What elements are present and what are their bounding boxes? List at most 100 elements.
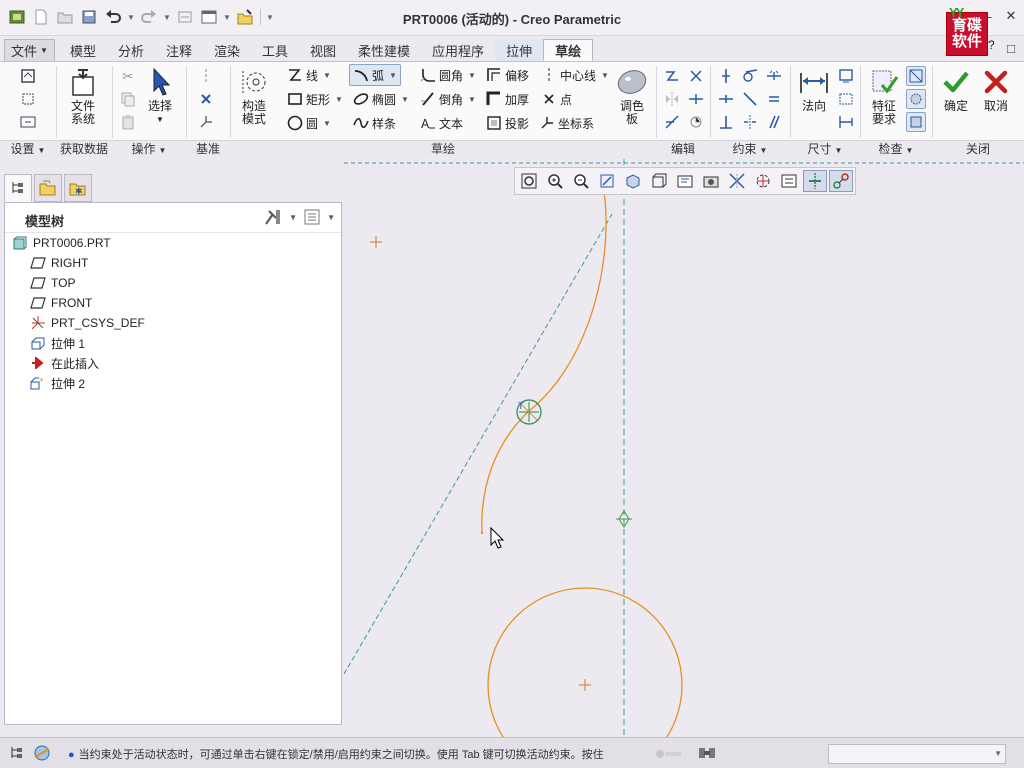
thicken-button[interactable]: 加厚 [486, 88, 529, 110]
arc-button[interactable]: 弧 ▼ [349, 64, 401, 86]
project-button[interactable]: 投影 [486, 112, 529, 134]
chevron-down-icon[interactable]: ▼ [289, 213, 297, 222]
app-icon[interactable] [6, 6, 28, 28]
tree-item-extrude-1[interactable]: 拉伸 1 [29, 333, 85, 353]
tree-item-extrude-2[interactable]: * 拉伸 2 [29, 373, 85, 393]
tab-view[interactable]: 视图 [299, 39, 347, 61]
find-icon[interactable] [697, 745, 717, 764]
favorites-tab[interactable]: ✱ [64, 174, 92, 202]
chamfer-button[interactable]: 倒角 ▼ [420, 88, 476, 110]
coincident-constraint-icon[interactable] [740, 89, 760, 109]
text-button[interactable]: A 文本 [420, 112, 463, 134]
spline-button[interactable]: 样条 [353, 112, 396, 134]
point-button[interactable]: 点 [541, 88, 572, 110]
close-icon[interactable]: ✕ [998, 6, 1024, 26]
tree-item-csys[interactable]: PRT_CSYS_DEF [29, 313, 145, 333]
paste-icon[interactable] [118, 112, 138, 132]
reference-dimension-icon[interactable] [836, 89, 856, 109]
tangent-constraint-icon[interactable] [740, 66, 760, 86]
sketcher-display-filters-icon[interactable] [829, 170, 853, 192]
midpoint-constraint-icon[interactable] [764, 66, 784, 86]
model-tree-tab[interactable] [4, 174, 32, 202]
new-file-icon[interactable] [30, 6, 52, 28]
zoom-out-icon[interactable] [569, 170, 593, 192]
annotation-display-icon[interactable] [777, 170, 801, 192]
parallel-constraint-icon[interactable] [764, 112, 784, 132]
horizontal-constraint-icon[interactable] [716, 89, 736, 109]
refit-icon[interactable] [517, 170, 541, 192]
tab-sketch[interactable]: 草绘 [543, 39, 594, 61]
tab-model[interactable]: 模型 [59, 39, 107, 61]
spin-center-icon[interactable] [751, 170, 775, 192]
centerline-button[interactable]: 中心线 ▼ [541, 64, 609, 86]
show-list-icon[interactable] [303, 208, 321, 226]
fillet-button[interactable]: 圆角 ▼ [420, 64, 476, 86]
sketch-view-icon[interactable] [18, 112, 38, 132]
corner-icon[interactable] [662, 112, 682, 132]
vertical-constraint-icon[interactable] [716, 66, 736, 86]
overlapping-geometry-icon[interactable] [906, 66, 926, 86]
save-icon[interactable] [78, 6, 100, 28]
navigator-toggle-icon[interactable] [8, 744, 26, 765]
windows-dropdown-icon[interactable]: ▼ [222, 13, 232, 22]
file-system-button[interactable]: 文件 系统 [62, 66, 104, 126]
redo-dropdown-icon[interactable]: ▼ [162, 13, 172, 22]
ellipse-button[interactable]: 椭圆 ▼ [353, 88, 409, 110]
offset-button[interactable]: 偏移 [486, 64, 529, 86]
graphics-window[interactable]: T [344, 159, 1024, 737]
perpendicular-constraint-icon[interactable] [716, 112, 736, 132]
datum-point-icon[interactable] [196, 89, 216, 109]
highlight-open-ends-icon[interactable] [906, 112, 926, 132]
mirror-icon[interactable] [662, 89, 682, 109]
select-button[interactable]: 选择 ▼ [142, 66, 178, 126]
repaint-icon[interactable] [595, 170, 619, 192]
csys-button[interactable]: 坐标系 [539, 112, 594, 134]
rotate-resize-icon[interactable] [686, 112, 706, 132]
ok-button[interactable]: 确定 [936, 66, 976, 113]
settings-tools-icon[interactable] [263, 208, 283, 226]
sketch-setup-icon[interactable] [18, 66, 38, 86]
perimeter-icon[interactable] [836, 66, 856, 86]
tree-item-front[interactable]: FRONT [29, 293, 92, 313]
rectangle-button[interactable]: 矩形 ▼ [287, 88, 343, 110]
tree-item-part[interactable]: PRT0006.PRT [11, 233, 111, 253]
palette-button[interactable]: 调色 板 [612, 66, 652, 126]
perspective-view-icon[interactable] [699, 170, 723, 192]
tree-item-top[interactable]: TOP [29, 273, 75, 293]
chevron-down-icon[interactable]: ▼ [327, 213, 335, 222]
equal-constraint-icon[interactable] [764, 89, 784, 109]
tab-file[interactable]: 文件 ▼ [4, 39, 55, 61]
symmetric-constraint-icon[interactable] [740, 112, 760, 132]
tab-annotate[interactable]: 注释 [155, 39, 203, 61]
datum-centerline-icon[interactable] [196, 66, 216, 86]
view-manager-icon[interactable] [673, 170, 697, 192]
close-window-icon[interactable] [234, 6, 256, 28]
customize-qat-icon[interactable]: ▼ [265, 13, 275, 22]
open-folder-icon[interactable] [54, 6, 76, 28]
windows-icon[interactable] [198, 6, 220, 28]
tab-applications[interactable]: 应用程序 [421, 39, 495, 61]
group-constrain[interactable]: 约束 ▼ [710, 141, 790, 159]
baseline-icon[interactable] [836, 112, 856, 132]
group-dimension[interactable]: 尺寸 ▼ [790, 141, 860, 159]
regenerate-icon[interactable] [174, 6, 196, 28]
group-operations[interactable]: 操作 ▼ [112, 141, 186, 159]
tab-extrude[interactable]: 拉伸 [495, 39, 544, 61]
circle-button[interactable]: 圆 ▼ [287, 112, 331, 134]
group-setup[interactable]: 设置 ▼ [0, 141, 56, 159]
tree-item-right[interactable]: RIGHT [29, 253, 88, 273]
shade-closed-loops-icon[interactable] [906, 89, 926, 109]
cancel-button[interactable]: 取消 [976, 66, 1016, 113]
display-style-icon[interactable] [621, 170, 645, 192]
datum-csys-icon[interactable] [196, 112, 216, 132]
selection-filter-dropdown[interactable]: ▼ [828, 744, 1006, 764]
tab-tools[interactable]: 工具 [251, 39, 299, 61]
divide-icon[interactable] [686, 89, 706, 109]
normal-dimension-button[interactable]: 法向 [794, 66, 834, 113]
saved-orientations-icon[interactable] [647, 170, 671, 192]
reference-icon[interactable] [18, 89, 38, 109]
cut-icon[interactable]: ✂ [118, 66, 138, 86]
datum-display-filters-icon[interactable] [725, 170, 749, 192]
sketch-view-toggle-icon[interactable] [803, 170, 827, 192]
line-button[interactable]: 线 ▼ [287, 64, 331, 86]
